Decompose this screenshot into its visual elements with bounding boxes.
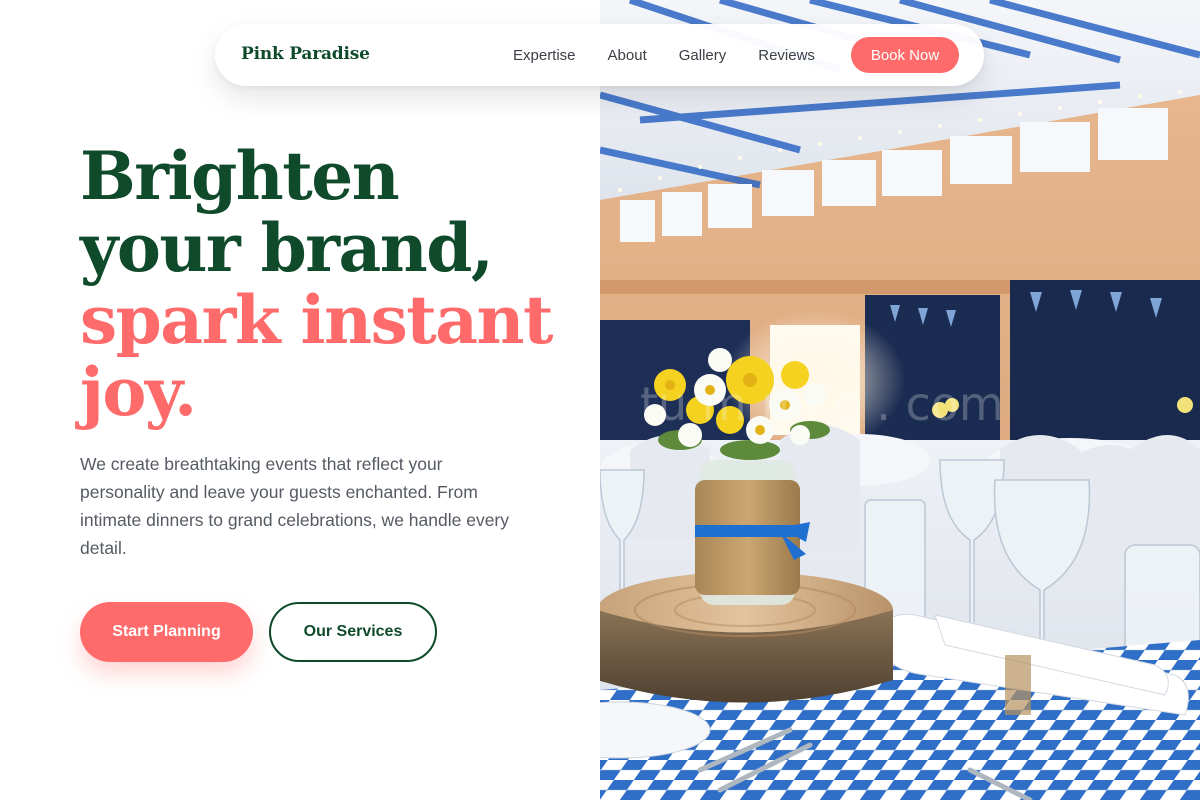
headline-line-1: Brighten (80, 137, 400, 215)
headline-line-2: your brand, (80, 209, 494, 287)
brand-logo-text[interactable]: Pink Paradise (241, 44, 370, 64)
our-services-button[interactable]: Our Services (269, 602, 437, 662)
top-navbar: Pink Paradise Expertise About Gallery Re… (215, 24, 984, 86)
nav-link-reviews[interactable]: Reviews (758, 47, 815, 64)
headline-line-3: spark instant (80, 281, 554, 359)
nav-link-gallery[interactable]: Gallery (679, 47, 727, 64)
hero-headline: Brighten your brand, spark instant joy. (80, 140, 600, 428)
hero-description: We create breathtaking events that refle… (80, 454, 509, 558)
svg-text:tu m mi o . com: tu m mi o . com (640, 377, 1004, 431)
nav-link-expertise[interactable]: Expertise (513, 47, 576, 64)
nav-link-about[interactable]: About (608, 47, 647, 64)
start-planning-button[interactable]: Start Planning (80, 602, 253, 662)
hero-event-photo: tu m mi o . com (600, 0, 1200, 800)
headline-line-4: joy. (80, 353, 197, 431)
nav-links: Expertise About Gallery Reviews (513, 24, 847, 86)
book-now-button[interactable]: Book Now (851, 37, 959, 73)
